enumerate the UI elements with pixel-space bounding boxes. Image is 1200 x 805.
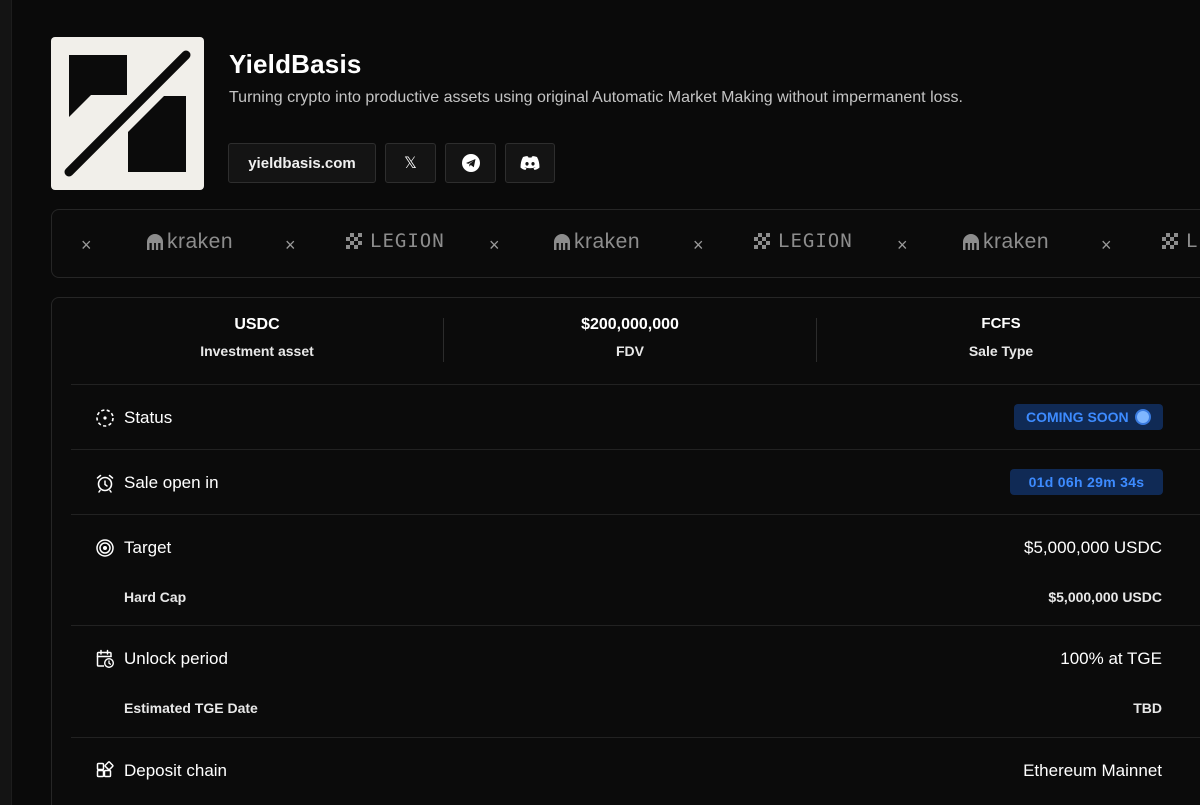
sale-open-label: Sale open in	[124, 473, 219, 492]
status-dashed-circle-icon	[96, 409, 114, 427]
stat-divider	[816, 318, 817, 362]
deposit-chain-label: Deposit chain	[124, 761, 228, 780]
sale-details-panel: USDC Investment asset $200,000,000 FDV F…	[51, 297, 1200, 805]
status-badge-text: COMING SOON	[1026, 409, 1129, 425]
partner-kraken: kraken	[145, 230, 233, 254]
stat-label: Investment asset	[200, 343, 314, 359]
hard-cap-label: Hard Cap	[124, 589, 187, 605]
countdown-timer: 01d 06h 29m 34s	[1010, 469, 1163, 495]
stat-label: Sale Type	[968, 343, 1034, 359]
discord-icon	[520, 156, 540, 170]
divider	[71, 384, 1200, 385]
partner-label: kraken	[983, 230, 1050, 253]
partner-separator: ×	[897, 235, 908, 255]
partner-legion: L	[1162, 230, 1198, 252]
unlock-period-value: 100% at TGE	[1060, 649, 1162, 668]
status-dot-icon	[1137, 411, 1149, 423]
stat-value: USDC	[234, 316, 280, 333]
kraken-logo-icon	[147, 234, 163, 250]
partners-marquee: × kraken × LEGION × kraken × LEGION × kr…	[51, 209, 1200, 278]
partner-separator: ×	[81, 235, 92, 255]
partner-kraken: kraken	[961, 230, 1049, 254]
x-icon: 𝕏	[404, 155, 417, 172]
partner-legion: LEGION	[754, 230, 853, 252]
divider	[71, 449, 1200, 450]
divider	[71, 625, 1200, 626]
project-logo	[51, 37, 204, 190]
kraken-logo-icon	[963, 234, 979, 250]
telegram-icon	[461, 154, 480, 172]
tge-date-label: Estimated TGE Date	[124, 700, 258, 716]
stat-divider	[443, 318, 444, 362]
partner-kraken: kraken	[552, 230, 640, 254]
status-label: Status	[124, 408, 173, 427]
website-link-button[interactable]: yieldbasis.com	[228, 143, 376, 183]
calendar-clock-icon	[96, 649, 115, 669]
x-link-button[interactable]: 𝕏	[385, 143, 436, 183]
telegram-link-button[interactable]	[445, 143, 496, 183]
partner-separator: ×	[693, 235, 704, 255]
stat-value: $200,000,000	[581, 316, 679, 333]
tge-date-value: TBD	[1133, 700, 1162, 716]
partner-label: kraken	[167, 230, 234, 253]
discord-link-button[interactable]	[505, 143, 555, 183]
stat-investment-asset: USDC Investment asset	[182, 316, 332, 359]
partner-legion: LEGION	[346, 230, 445, 252]
hard-cap-value: $5,000,000 USDC	[1048, 589, 1162, 605]
legion-logo-icon	[1162, 233, 1178, 249]
stat-fdv: $200,000,000 FDV	[555, 316, 705, 359]
blocks-icon	[96, 761, 114, 778]
partner-separator: ×	[489, 235, 500, 255]
partner-label: LEGION	[778, 230, 853, 252]
stat-sale-type: FCFS Sale Type	[926, 315, 1076, 359]
left-scroll-edge	[0, 0, 12, 805]
target-icon	[96, 539, 114, 557]
status-badge: COMING SOON	[1014, 404, 1163, 430]
deposit-chain-value: Ethereum Mainnet	[1023, 761, 1162, 780]
legion-logo-icon	[754, 233, 770, 249]
stat-label: FDV	[616, 343, 644, 359]
target-value: $5,000,000 USDC	[1024, 538, 1162, 557]
divider	[71, 514, 1200, 515]
alarm-clock-icon	[96, 474, 114, 493]
partner-separator: ×	[1101, 235, 1112, 255]
target-label: Target	[124, 538, 172, 557]
stat-value: FCFS	[981, 315, 1021, 332]
unlock-period-label: Unlock period	[124, 649, 228, 668]
divider	[71, 737, 1200, 738]
partner-label: L	[1186, 230, 1199, 252]
project-description: Turning crypto into productive assets us…	[229, 89, 963, 106]
kraken-logo-icon	[554, 234, 570, 250]
partner-label: LEGION	[370, 230, 445, 252]
partner-label: kraken	[574, 230, 641, 253]
project-title: YieldBasis	[229, 49, 362, 79]
partner-separator: ×	[285, 235, 296, 255]
legion-logo-icon	[346, 233, 362, 249]
